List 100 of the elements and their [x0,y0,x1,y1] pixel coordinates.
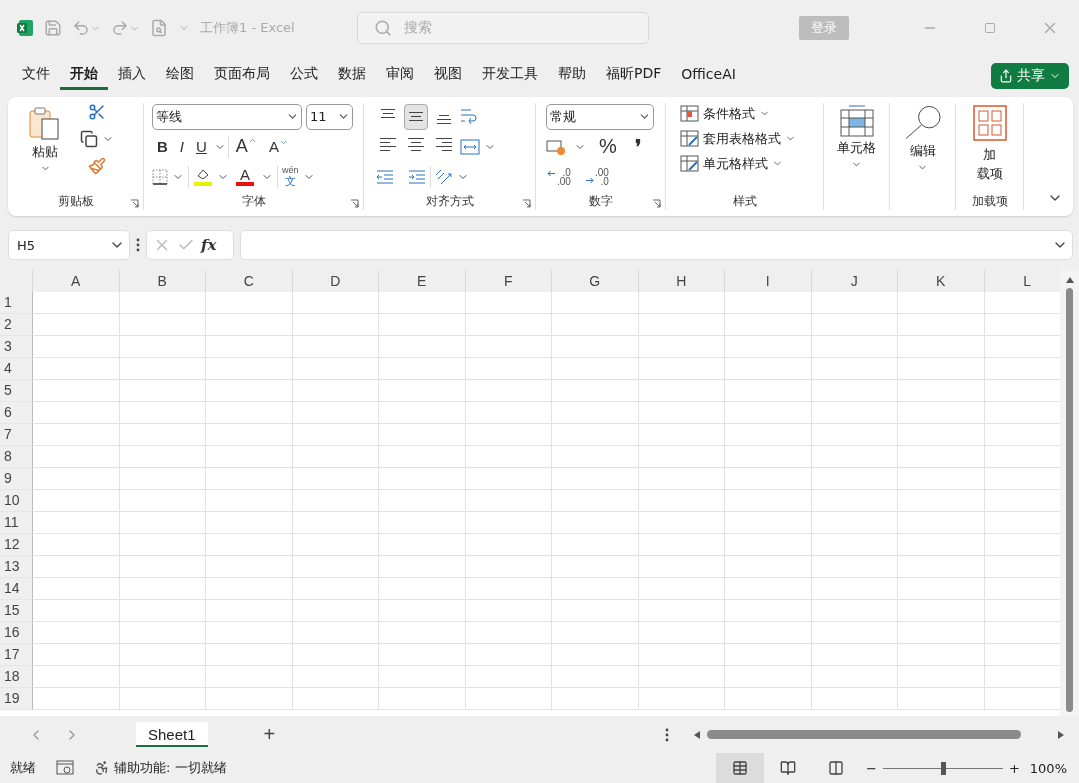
ribbon-tab[interactable]: 开始 [60,61,108,91]
grid-cell[interactable] [465,688,552,711]
redo-button[interactable] [111,19,140,38]
grid-cell[interactable] [33,336,120,359]
row-header[interactable]: 11 [0,512,33,535]
grid-cell[interactable] [638,556,725,579]
formula-input[interactable] [240,230,1073,261]
grid-cell[interactable] [898,644,985,667]
grid-cell[interactable] [206,380,293,403]
paste-button[interactable]: 粘贴 [24,102,66,193]
grid-cell[interactable] [379,446,466,469]
grid-cell[interactable] [725,358,812,381]
grid-cell[interactable] [898,314,985,337]
grid-cell[interactable] [292,622,379,645]
grid-cell[interactable] [206,446,293,469]
grid-cell[interactable] [898,292,985,315]
grid-cell[interactable] [811,446,898,469]
grid-cell[interactable] [811,644,898,667]
grid-cell[interactable] [119,424,206,447]
grid-cell[interactable] [638,380,725,403]
macro-record-icon[interactable] [56,760,74,776]
grid-cell[interactable] [119,314,206,337]
grid-cell[interactable] [725,666,812,689]
accessibility-status[interactable]: 辅助功能: 一切就绪 [114,759,227,777]
grid-cell[interactable] [811,402,898,425]
grid-cell[interactable] [811,380,898,403]
grid-cell[interactable] [33,622,120,645]
grid-cell[interactable] [638,468,725,491]
grid-cell[interactable] [465,534,552,557]
grid-cell[interactable] [292,336,379,359]
italic-button[interactable]: I [174,136,189,158]
grid-cell[interactable] [638,600,725,623]
grid-cell[interactable] [811,336,898,359]
grid-cell[interactable] [33,666,120,689]
text-orientation-icon[interactable] [435,168,453,185]
grid-cell[interactable] [898,534,985,557]
grid-cell[interactable] [292,446,379,469]
row-header[interactable]: 18 [0,666,33,689]
grid-cell[interactable] [898,556,985,579]
decrease-indent-icon[interactable] [376,169,394,184]
grid-cell[interactable] [811,622,898,645]
grid-cell[interactable] [465,578,552,601]
grid-cell[interactable] [898,578,985,601]
grid-cell[interactable] [206,490,293,513]
grid-cell[interactable] [552,512,639,535]
grid-cell[interactable] [292,556,379,579]
horizontal-scrollbar-thumb[interactable] [707,730,1021,740]
grid-cell[interactable] [898,336,985,359]
grid-cell[interactable] [552,292,639,315]
grid-view-button[interactable] [716,753,764,783]
copy-icon[interactable] [80,129,98,148]
grid-cell[interactable] [811,424,898,447]
grid-cell[interactable] [811,468,898,491]
grid-cell[interactable] [292,688,379,711]
undo-button[interactable] [72,19,101,38]
grid-cell[interactable] [33,556,120,579]
dialog-launcher-icon[interactable] [130,199,139,209]
accounting-format-icon[interactable] [546,137,566,156]
column-header[interactable]: C [206,270,293,294]
ribbon-tab[interactable]: 文件 [12,61,60,91]
grid-cell[interactable] [552,534,639,557]
grid-cell[interactable] [465,512,552,535]
grid-cell[interactable] [119,402,206,425]
grid-cell[interactable] [811,512,898,535]
more-icon[interactable] [665,727,669,742]
grid-cell[interactable] [292,644,379,667]
cut-icon[interactable] [88,102,106,121]
bold-button[interactable]: B [152,136,173,158]
grid-cell[interactable] [379,314,466,337]
grid-cell[interactable] [638,336,725,359]
grid-cell[interactable] [292,402,379,425]
grid-cell[interactable] [725,424,812,447]
borders-icon[interactable] [152,168,168,185]
grid-cell[interactable] [465,380,552,403]
share-button[interactable]: 共享 [991,62,1069,89]
grid-cell[interactable] [292,468,379,491]
grid-cell[interactable] [898,688,985,711]
zoom-out-button[interactable]: − [866,760,877,776]
dialog-launcher-icon[interactable] [652,199,661,209]
insert-function-button[interactable]: fx [201,236,217,255]
zoom-level[interactable]: 100% [1029,760,1067,776]
grid-cell[interactable] [552,336,639,359]
add-sheet-button[interactable]: + [257,722,282,748]
styles-menu-button[interactable]: 条件格式 [678,102,817,125]
grid-cell[interactable] [379,556,466,579]
grid-cell[interactable] [379,578,466,601]
grid-cell[interactable] [119,666,206,689]
grid-cell[interactable] [119,600,206,623]
grid-cell[interactable] [379,402,466,425]
grid-cell[interactable] [638,402,725,425]
grid-cell[interactable] [811,292,898,315]
percent-button[interactable]: % [594,133,622,161]
grid-cell[interactable] [898,622,985,645]
ribbon-tab[interactable]: OfficeAI [671,62,746,90]
row-header[interactable]: 2 [0,314,33,337]
grid-cell[interactable] [725,446,812,469]
grid-cell[interactable] [292,380,379,403]
grid-cell[interactable] [379,512,466,535]
scroll-left-icon[interactable] [693,729,701,740]
grid-cell[interactable] [465,292,552,315]
